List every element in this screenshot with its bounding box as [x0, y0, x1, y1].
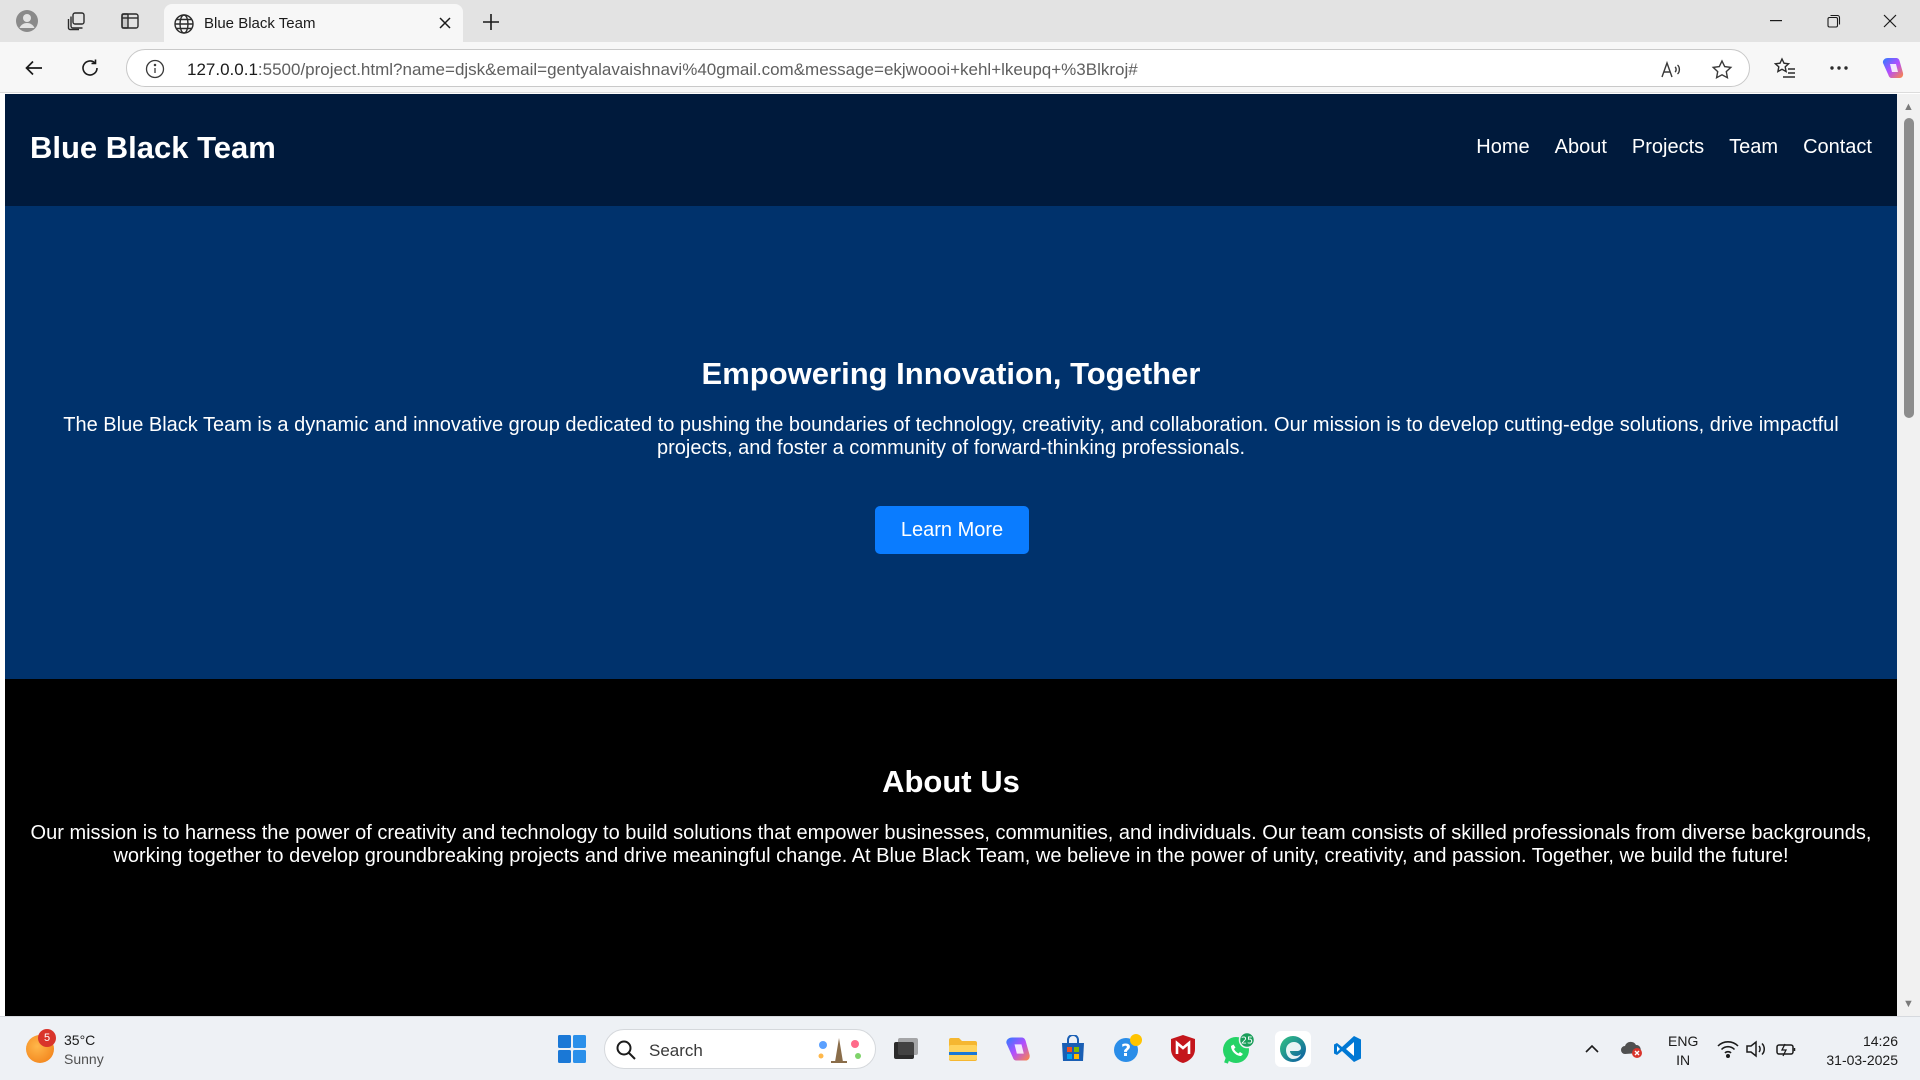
url-host: 127.0.0.1	[187, 60, 258, 79]
minimize-icon[interactable]	[1756, 6, 1796, 36]
hero-section: Empowering Innovation, Together The Blue…	[5, 206, 1897, 679]
clock-time: 14:26	[1862, 1033, 1898, 1049]
page-viewport: Blue Black Team Home About Projects Team…	[5, 94, 1897, 1016]
search-placeholder: Search	[649, 1041, 703, 1060]
tab-title: Blue Black Team	[204, 15, 316, 32]
file-explorer-icon[interactable]	[945, 1031, 981, 1067]
weather-widget[interactable]: 5 35°C Sunny	[22, 1029, 142, 1071]
close-tab-icon[interactable]	[435, 13, 455, 33]
vscode-icon[interactable]	[1330, 1031, 1366, 1067]
hero-text: The Blue Black Team is a dynamic and inn…	[63, 414, 1839, 459]
weather-condition: Sunny	[64, 1051, 104, 1067]
windows-taskbar: 5 35°C Sunny Search ? 25 ENG IN 14:26 31…	[0, 1016, 1920, 1080]
site-info-icon[interactable]	[145, 59, 165, 79]
scroll-down-arrow-icon[interactable]: ▼	[1902, 997, 1915, 1010]
mcafee-icon[interactable]	[1165, 1031, 1201, 1067]
site-header: Blue Black Team Home About Projects Team…	[5, 94, 1897, 206]
vertical-tabs-icon[interactable]	[115, 7, 145, 35]
favorites-icon[interactable]	[1770, 53, 1800, 83]
new-tab-icon[interactable]	[478, 9, 504, 35]
globe-icon	[173, 13, 195, 35]
volume-icon[interactable]	[1744, 1037, 1768, 1061]
active-tab[interactable]: Blue Black Team	[164, 4, 463, 42]
nav-home-link[interactable]: Home	[1476, 136, 1529, 159]
about-text: Our mission is to harness the power of c…	[30, 822, 1872, 867]
page-scrollbar[interactable]: ▲ ▼	[1897, 94, 1920, 1016]
taskbar-search[interactable]: Search	[604, 1029, 876, 1069]
get-help-icon[interactable]: ?	[1110, 1031, 1146, 1067]
browser-toolbar: 127.0.0.1:5500/project.html?name=djsk&em…	[0, 42, 1920, 93]
copilot-app-icon[interactable]	[1000, 1031, 1036, 1067]
about-title: About Us	[882, 764, 1020, 799]
browser-tab-bar: Blue Black Team	[0, 0, 1920, 42]
taskbar-clock[interactable]: 14:26 31-03-2025	[1814, 1032, 1898, 1070]
weather-badge: 5	[38, 1029, 56, 1047]
about-section: About Us Our mission is to harness the p…	[5, 679, 1897, 1016]
clock-date: 31-03-2025	[1826, 1052, 1898, 1068]
back-icon[interactable]	[18, 52, 50, 84]
profile-icon[interactable]	[12, 7, 42, 35]
show-hidden-icons-chevron-icon[interactable]	[1580, 1037, 1604, 1061]
restore-icon[interactable]	[1814, 6, 1854, 36]
favorite-star-icon[interactable]	[1710, 58, 1734, 82]
site-brand[interactable]: Blue Black Team	[30, 130, 276, 166]
edge-browser-icon[interactable]	[1275, 1031, 1311, 1067]
battery-icon[interactable]	[1774, 1037, 1798, 1061]
whatsapp-icon[interactable]: 25	[1220, 1031, 1256, 1067]
site-nav: Home About Projects Team Contact	[1476, 136, 1872, 159]
language-code: ENG	[1668, 1033, 1699, 1049]
search-icon	[615, 1039, 637, 1061]
scrollbar-thumb[interactable]	[1904, 118, 1914, 418]
scroll-up-arrow-icon[interactable]: ▲	[1902, 100, 1915, 113]
language-indicator[interactable]: ENG IN	[1668, 1032, 1698, 1070]
search-highlight-icon	[813, 1036, 865, 1064]
nav-projects-link[interactable]: Projects	[1632, 136, 1704, 159]
close-window-icon[interactable]	[1870, 6, 1910, 36]
language-region: IN	[1676, 1052, 1691, 1068]
more-options-icon[interactable]	[1824, 53, 1854, 83]
learn-more-button[interactable]: Learn More	[875, 506, 1029, 554]
workspaces-icon[interactable]	[62, 7, 92, 35]
wifi-icon[interactable]	[1716, 1037, 1740, 1061]
nav-contact-link[interactable]: Contact	[1803, 136, 1872, 159]
task-view-icon[interactable]	[888, 1031, 924, 1067]
address-bar[interactable]: 127.0.0.1:5500/project.html?name=djsk&em…	[126, 49, 1750, 87]
url-text: 127.0.0.1:5500/project.html?name=djsk&em…	[187, 60, 1138, 80]
microsoft-store-icon[interactable]	[1055, 1031, 1091, 1067]
refresh-icon[interactable]	[74, 52, 106, 84]
whatsapp-badge: 25	[1241, 1036, 1253, 1047]
read-aloud-icon[interactable]	[1659, 58, 1683, 82]
weather-temp: 35°C	[64, 1032, 96, 1048]
nav-about-link[interactable]: About	[1555, 136, 1607, 159]
onedrive-error-icon[interactable]	[1620, 1037, 1644, 1061]
copilot-icon[interactable]	[1878, 53, 1908, 83]
nav-team-link[interactable]: Team	[1729, 136, 1778, 159]
hero-title: Empowering Innovation, Together	[701, 356, 1201, 391]
url-path: :5500/project.html?name=djsk&email=genty…	[257, 60, 1138, 79]
windows-start-icon[interactable]	[556, 1033, 588, 1065]
svg-text:?: ?	[1121, 1041, 1131, 1061]
